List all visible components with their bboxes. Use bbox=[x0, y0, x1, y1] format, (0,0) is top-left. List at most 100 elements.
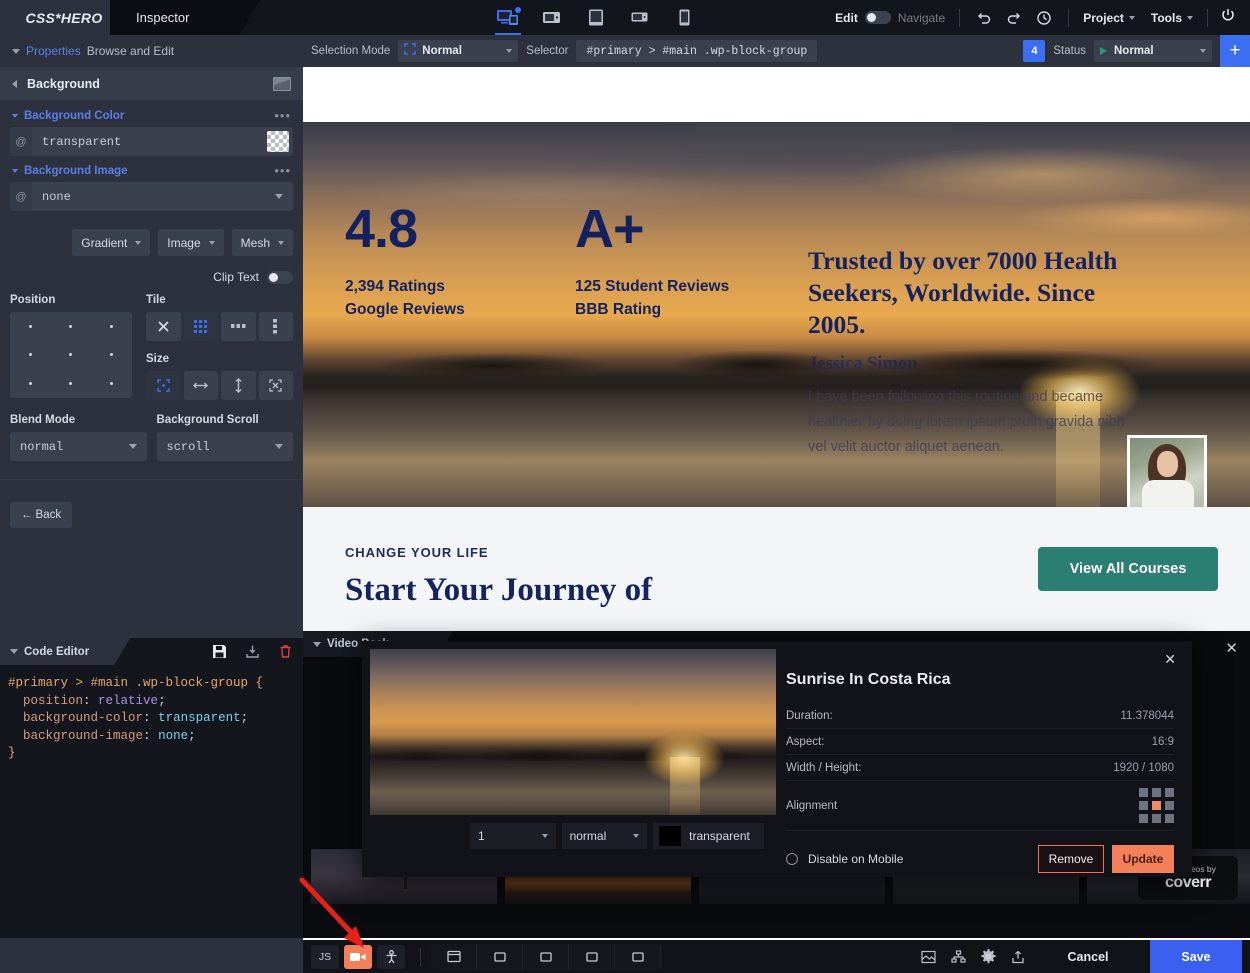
upload-icon[interactable] bbox=[1010, 949, 1026, 965]
align-bottom-right[interactable] bbox=[1165, 814, 1174, 823]
background-section-header[interactable]: Background bbox=[0, 68, 303, 101]
save-icon[interactable] bbox=[212, 644, 227, 659]
blend-mode-select[interactable]: normal bbox=[10, 432, 147, 461]
chevron-down-icon bbox=[10, 649, 18, 654]
gear-icon[interactable] bbox=[980, 949, 996, 965]
match-count-badge[interactable]: 4 bbox=[1023, 40, 1046, 62]
clip-text-toggle[interactable] bbox=[267, 270, 293, 284]
align-mid-center[interactable] bbox=[1152, 801, 1161, 810]
background-image-input[interactable]: @ none bbox=[10, 182, 293, 211]
desktop-icon[interactable] bbox=[495, 6, 521, 35]
redo-icon[interactable] bbox=[1006, 10, 1022, 26]
code-close-brace: } bbox=[8, 746, 16, 760]
align-mid-left[interactable] bbox=[1139, 801, 1148, 810]
code-prop-2: background-image bbox=[23, 728, 144, 743]
align-bottom-left[interactable] bbox=[1139, 814, 1148, 823]
position-cell-top-right[interactable] bbox=[91, 312, 132, 341]
playback-speed-select[interactable]: 1 bbox=[470, 823, 556, 849]
js-button[interactable]: JS bbox=[311, 944, 339, 969]
view-all-courses-button[interactable]: View All Courses bbox=[1038, 547, 1218, 591]
breadcrumb-item-block[interactable] bbox=[615, 943, 661, 970]
chevron-down-icon[interactable] bbox=[275, 194, 283, 199]
undo-icon[interactable] bbox=[976, 10, 992, 26]
status-dropdown[interactable]: Normal bbox=[1094, 40, 1212, 62]
size-contain-option[interactable] bbox=[258, 371, 293, 400]
app-logo: CSS*HERO bbox=[0, 0, 128, 35]
gradient-button[interactable]: Gradient bbox=[72, 229, 151, 256]
export-icon[interactable] bbox=[245, 644, 260, 659]
background-image-menu-icon[interactable]: ••• bbox=[274, 164, 291, 177]
edit-navigate-toggle[interactable] bbox=[864, 11, 891, 24]
image-icon[interactable] bbox=[920, 949, 936, 965]
tablet-icon[interactable] bbox=[583, 7, 609, 29]
person-icon[interactable] bbox=[377, 944, 405, 969]
video-camera-icon[interactable] bbox=[344, 944, 372, 969]
stat-1-value: A+ bbox=[575, 199, 645, 259]
code-editor-actions bbox=[212, 638, 293, 665]
laptop-icon[interactable] bbox=[539, 7, 565, 29]
background-color-input[interactable]: @ transparent bbox=[10, 127, 293, 156]
size-width-option[interactable] bbox=[183, 371, 218, 400]
back-button[interactable]: ← Back bbox=[10, 502, 72, 528]
aspect-label: Aspect: bbox=[786, 735, 825, 748]
sitemap-icon[interactable] bbox=[950, 949, 966, 965]
background-color-menu-icon[interactable]: ••• bbox=[274, 109, 291, 122]
mobile-icon[interactable] bbox=[671, 7, 697, 29]
position-cell-mid-center[interactable] bbox=[51, 341, 92, 370]
close-icon[interactable]: ✕ bbox=[1164, 651, 1176, 668]
color-swatch[interactable] bbox=[267, 131, 289, 152]
preview-thumb-icon[interactable] bbox=[273, 77, 291, 91]
position-cell-mid-left[interactable] bbox=[10, 341, 51, 370]
align-top-center[interactable] bbox=[1152, 788, 1161, 797]
remove-button[interactable]: Remove bbox=[1038, 845, 1104, 873]
image-button[interactable]: Image bbox=[158, 229, 224, 256]
bottom-toolbar-right: Cancel Save bbox=[920, 940, 1242, 973]
position-cell-mid-right[interactable] bbox=[91, 341, 132, 370]
size-auto-option[interactable] bbox=[146, 371, 181, 400]
breadcrumb-item-group[interactable] bbox=[569, 943, 615, 970]
tile-repeat-option[interactable] bbox=[183, 312, 218, 341]
add-button[interactable]: + bbox=[1220, 35, 1250, 67]
background-scroll-select[interactable]: scroll bbox=[156, 432, 293, 461]
disable-on-mobile-radio[interactable] bbox=[786, 853, 798, 865]
align-bottom-center[interactable] bbox=[1152, 814, 1161, 823]
position-cell-bottom-right[interactable] bbox=[91, 369, 132, 398]
breadcrumb-item-section[interactable] bbox=[477, 943, 523, 970]
tile-repeat-y-option[interactable] bbox=[258, 312, 293, 341]
align-mid-right[interactable] bbox=[1165, 801, 1174, 810]
selection-mode-dropdown[interactable]: Normal bbox=[398, 40, 519, 62]
tab-code-editor[interactable]: Code Editor bbox=[0, 638, 130, 665]
blend-mode-select-modal[interactable]: normal bbox=[561, 823, 648, 849]
tile-no-repeat-option[interactable] bbox=[146, 312, 181, 341]
align-top-right[interactable] bbox=[1165, 788, 1174, 797]
position-cell-top-left[interactable] bbox=[10, 312, 51, 341]
position-cell-top-center[interactable] bbox=[51, 312, 92, 341]
mesh-button[interactable]: Mesh bbox=[231, 229, 293, 256]
menu-tools[interactable]: Tools bbox=[1151, 11, 1193, 25]
cancel-button[interactable]: Cancel bbox=[1040, 940, 1136, 973]
tab-inspector[interactable]: Inspector bbox=[110, 0, 260, 35]
blend-scroll-group: Blend Mode normal Background Scroll scro… bbox=[0, 400, 303, 461]
overlay-color-picker[interactable]: transparent bbox=[653, 823, 764, 849]
update-button[interactable]: Update bbox=[1112, 845, 1174, 873]
divider bbox=[420, 947, 421, 966]
trash-icon[interactable] bbox=[278, 644, 293, 659]
align-top-left[interactable] bbox=[1139, 788, 1148, 797]
video-preview-image[interactable] bbox=[370, 649, 776, 815]
close-icon[interactable]: ✕ bbox=[1225, 639, 1238, 657]
history-icon[interactable] bbox=[1036, 10, 1052, 26]
selector-input[interactable]: #primary > #main .wp-block-group bbox=[576, 40, 818, 62]
menu-project[interactable]: Project bbox=[1083, 11, 1135, 25]
position-cell-bottom-left[interactable] bbox=[10, 369, 51, 398]
stat-1-line1: 125 Student Reviews bbox=[575, 278, 730, 295]
breadcrumb-item-body[interactable] bbox=[431, 943, 477, 970]
power-icon[interactable] bbox=[1208, 7, 1250, 28]
properties-header[interactable]: Properties Browse and Edit bbox=[0, 35, 303, 68]
tablet-landscape-icon[interactable] bbox=[627, 7, 653, 29]
tile-repeat-x-option[interactable] bbox=[221, 312, 256, 341]
position-cell-bottom-center[interactable] bbox=[51, 369, 92, 398]
code-editor-content[interactable]: #primary > #main .wp-block-group { posit… bbox=[0, 665, 303, 773]
save-button[interactable]: Save bbox=[1150, 940, 1242, 973]
size-height-option[interactable] bbox=[221, 371, 256, 400]
breadcrumb-item-div[interactable] bbox=[523, 943, 569, 970]
